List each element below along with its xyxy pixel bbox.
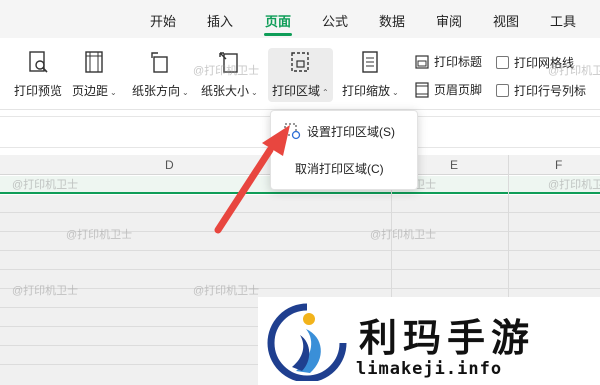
header-footer-button[interactable]: 页眉页脚 — [414, 81, 482, 98]
logo-url: limakeji.info — [356, 359, 503, 379]
column-header-d[interactable]: D — [165, 158, 174, 172]
chevron-up-icon: ⌃ — [322, 88, 329, 97]
watermark: @打印机卫士 — [193, 285, 260, 297]
tab-tools[interactable]: 工具 — [550, 11, 576, 30]
tab-view[interactable]: 视图 — [493, 11, 519, 30]
print-scaling-label: 打印缩放 — [342, 84, 391, 98]
menu-bar: 开始 插入 页面 公式 数据 审阅 视图 工具 — [0, 0, 600, 38]
checkbox-box[interactable] — [496, 84, 509, 97]
set-print-area-label: 设置打印区域(S) — [307, 124, 395, 139]
clear-print-area-label: 取消打印区域(C) — [295, 161, 384, 176]
checkbox-box[interactable] — [496, 56, 509, 69]
row-divider — [0, 269, 600, 270]
row-divider — [0, 212, 600, 213]
print-area-dropdown: 设置打印区域(S) 取消打印区域(C) — [270, 110, 418, 190]
row-divider — [0, 288, 600, 289]
print-titles-button[interactable]: 打印标题 — [414, 53, 482, 70]
row-divider — [0, 250, 600, 251]
tab-home[interactable]: 开始 — [150, 11, 176, 30]
chevron-down-icon: ⌄ — [251, 88, 258, 97]
logo-title: 利玛手游 — [359, 316, 536, 360]
print-row-col-headers-checkbox[interactable]: 打印行号列标 — [496, 82, 586, 99]
tab-insert[interactable]: 插入 — [207, 11, 233, 30]
logo-emblem-icon — [267, 303, 347, 381]
print-titles-icon — [415, 54, 429, 69]
tab-page[interactable]: 页面 — [265, 11, 291, 30]
chevron-down-icon: ⌄ — [182, 88, 189, 97]
set-print-area-icon — [284, 123, 301, 140]
print-titles-label: 打印标题 — [434, 55, 483, 69]
print-area-icon — [291, 52, 310, 72]
watermark: @打印机卫士 — [12, 179, 79, 191]
set-print-area-item[interactable]: 设置打印区域(S) — [271, 116, 419, 146]
orientation-icon — [151, 52, 169, 73]
margins-button[interactable]: 页边距 ⌄ — [72, 50, 117, 99]
ribbon: 打印预览 页边距 ⌄ 纸张方向 ⌄ 纸张大小 ⌄ 打印区域 ⌃ 打印缩放 ⌄ 打印标题 页… — [0, 38, 600, 110]
header-footer-label: 页眉页脚 — [434, 83, 483, 97]
header-footer-icon — [415, 81, 429, 98]
clear-print-area-item[interactable]: 取消打印区域(C) — [271, 153, 419, 183]
watermark: @打印机卫士 — [66, 229, 133, 241]
tab-review[interactable]: 审阅 — [436, 11, 462, 30]
column-header-f[interactable]: F — [555, 158, 562, 172]
site-logo: 利玛手游 limakeji.info — [258, 297, 600, 385]
tab-formulas[interactable]: 公式 — [322, 11, 348, 30]
orientation-button[interactable]: 纸张方向 ⌄ — [132, 50, 189, 99]
print-area-button[interactable]: 打印区域 ⌃ — [268, 48, 333, 102]
orientation-label: 纸张方向 — [132, 84, 181, 98]
chevron-down-icon: ⌄ — [392, 88, 399, 97]
watermark: @打印机卫士 — [370, 229, 437, 241]
watermark: @打印机卫士 — [12, 285, 79, 297]
paper-size-label: 纸张大小 — [201, 84, 250, 98]
active-tab-indicator — [264, 33, 292, 36]
print-row-col-headers-label: 打印行号列标 — [514, 84, 587, 98]
watermark: @打印机卫士 — [193, 65, 260, 77]
print-area-label: 打印区域 — [272, 84, 321, 98]
column-header-e[interactable]: E — [450, 158, 458, 172]
margins-label: 页边距 — [72, 84, 109, 98]
chevron-down-icon: ⌄ — [110, 88, 117, 97]
print-preview-button[interactable]: 打印预览 — [14, 50, 62, 99]
print-scaling-button[interactable]: 打印缩放 ⌄ — [342, 50, 399, 99]
watermark: @打印机卫士 — [548, 65, 600, 77]
print-scaling-icon — [362, 51, 379, 73]
print-preview-label: 打印预览 — [14, 84, 63, 98]
margins-icon — [85, 51, 104, 73]
tab-data[interactable]: 数据 — [379, 11, 405, 30]
watermark: @打印机卫士 — [548, 179, 600, 191]
print-preview-icon — [29, 51, 48, 73]
